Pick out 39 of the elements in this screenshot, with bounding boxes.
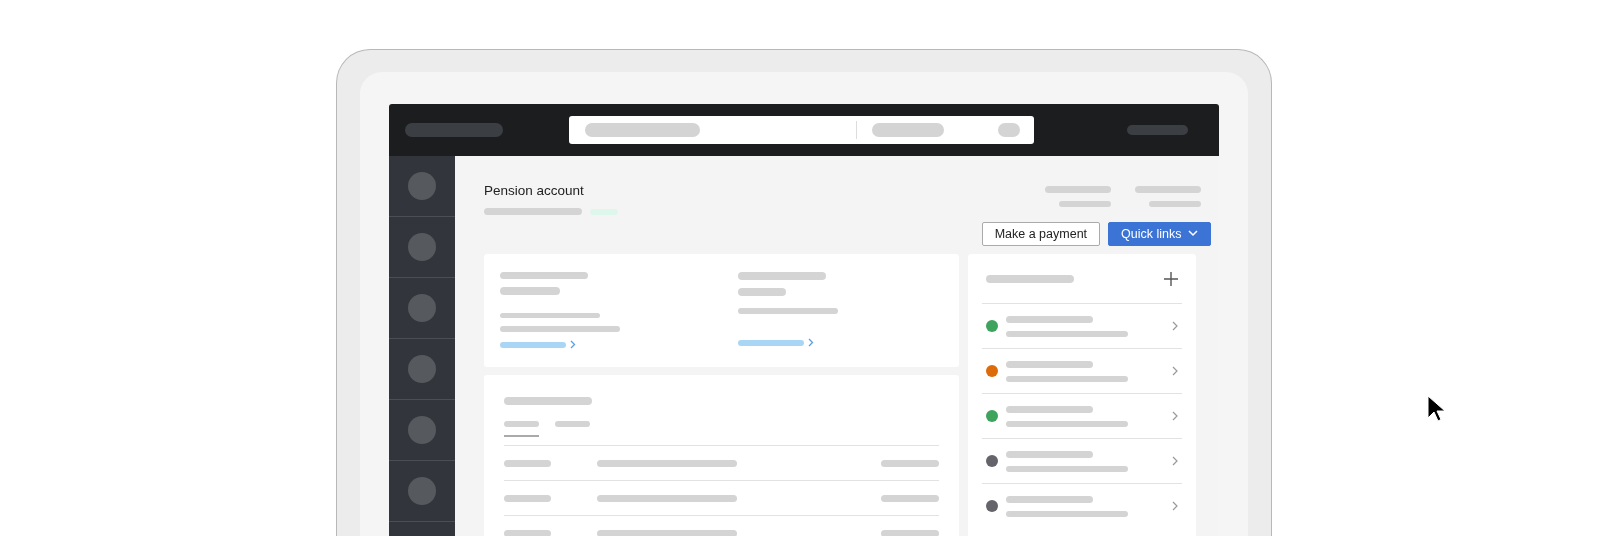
nav-icon[interactable] (408, 172, 436, 200)
placeholder-bar (1149, 201, 1201, 207)
placeholder-link[interactable] (500, 341, 566, 348)
nav-icon[interactable] (408, 416, 436, 444)
placeholder-link[interactable] (738, 339, 804, 346)
placeholder-bar (500, 287, 560, 295)
placeholder-bar (1059, 201, 1111, 207)
search-field[interactable] (569, 116, 1034, 144)
placeholder-bar (881, 529, 939, 536)
page-title: Pension account (484, 182, 585, 200)
placeholder-bar (555, 421, 590, 427)
placeholder-bar (998, 123, 1020, 137)
dropdown-button[interactable]: Quick links (1108, 222, 1211, 246)
placeholder-bar (872, 123, 944, 137)
chevron-icon (1172, 321, 1178, 331)
add-icon[interactable] (1164, 271, 1178, 286)
placeholder-bar (504, 494, 551, 502)
placeholder-bar (881, 459, 939, 467)
placeholder-bar (504, 459, 551, 467)
chevron-icon (1172, 501, 1178, 511)
chevron-icon (1172, 411, 1178, 421)
caret-icon (1188, 230, 1198, 237)
nav-icon[interactable] (408, 294, 436, 322)
chevron-icon[interactable] (570, 340, 576, 349)
placeholder-bar (1135, 186, 1201, 193)
placeholder-bar (738, 288, 786, 296)
placeholder-bar (1045, 186, 1111, 193)
placeholder-bar (504, 529, 551, 536)
placeholder-bar (504, 421, 539, 427)
nav-icon[interactable] (408, 355, 436, 383)
payment-button[interactable]: Make a payment (981, 222, 1101, 246)
cursor-icon (1427, 395, 1445, 423)
placeholder-bar (1127, 125, 1188, 135)
nav-icon[interactable] (408, 233, 436, 261)
chevron-icon[interactable] (808, 338, 814, 347)
chevron-icon (1172, 456, 1178, 466)
nav-icon[interactable] (408, 477, 436, 505)
placeholder-bar (881, 494, 939, 502)
chevron-icon (1172, 366, 1178, 376)
